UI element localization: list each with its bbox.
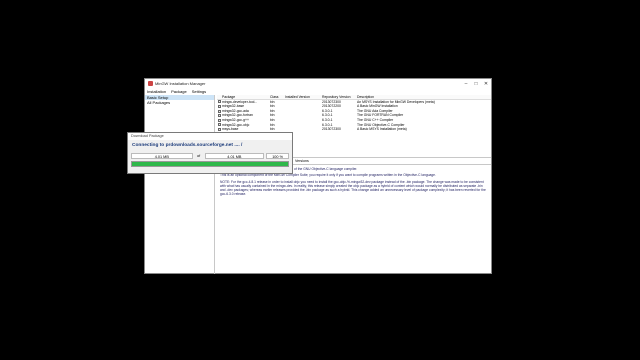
maximize-button[interactable]: □ (471, 81, 481, 87)
menu-installation[interactable]: Installation (147, 89, 166, 94)
total-size: 4.01 MB (204, 152, 265, 159)
progress-fill (132, 162, 288, 166)
tab-versions[interactable]: Versions (295, 159, 309, 163)
window-title: MinGW Installation Manager (155, 81, 206, 86)
app-icon (148, 81, 153, 86)
download-stats: 4.01 MB of 4.01 MB 100 % (131, 152, 290, 159)
column-header-description[interactable]: Description (356, 95, 491, 99)
installation-manager-window: MinGW Installation Manager – □ ✕ Install… (144, 78, 492, 274)
dialog-title: Download Package (128, 133, 292, 140)
menu-settings[interactable]: Settings (192, 89, 206, 94)
of-label: of (196, 153, 201, 158)
menu-bar: Installation Package Settings (145, 88, 491, 95)
connection-status: Connecting to prdownloads.sourceforge.ne… (132, 143, 243, 148)
column-header-installed-version[interactable]: Installed Version (284, 95, 321, 99)
main-panel: Package Class Installed Version Reposito… (217, 95, 491, 274)
category-sidebar: Basic Setup All Packages (145, 95, 215, 274)
menu-package[interactable]: Package (171, 89, 187, 94)
downloaded-size: 4.01 MB (131, 152, 193, 159)
download-progress-bar (131, 161, 289, 167)
sidebar-item-all-packages[interactable]: All Packages (145, 100, 214, 105)
percent-complete: 100 % (266, 152, 290, 159)
column-header-repository-version[interactable]: Repository Version (321, 95, 356, 99)
close-button[interactable]: ✕ (481, 81, 491, 87)
description-paragraph: NOTE: For the gcc-4.8.1 release in order… (220, 179, 486, 197)
download-package-dialog: Download Package Connecting to prdownloa… (127, 132, 293, 174)
column-header-class[interactable]: Class (269, 95, 284, 99)
minimize-button[interactable]: – (461, 81, 471, 87)
title-bar: MinGW Installation Manager – □ ✕ (145, 79, 491, 88)
row-desc: A Basic MSYS Installation (meta) (357, 127, 407, 132)
column-header-package[interactable]: Package (221, 95, 269, 99)
row-repo: 2013072300 (322, 127, 341, 132)
